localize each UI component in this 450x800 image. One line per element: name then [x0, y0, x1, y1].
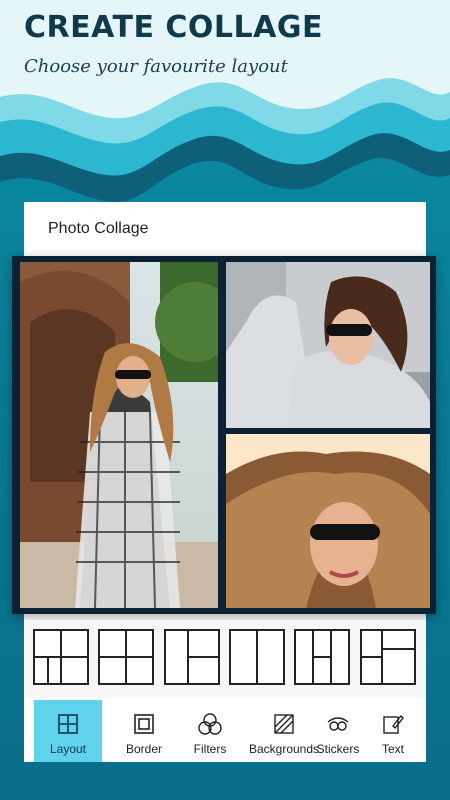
layout-option-3[interactable]: [164, 629, 220, 685]
layout-option-6[interactable]: [360, 629, 416, 685]
photo-woman-standing: [20, 262, 218, 608]
tool-text[interactable]: Text: [364, 700, 422, 762]
collage-photo-1[interactable]: [20, 262, 218, 608]
collage-preview: [12, 256, 436, 614]
tool-stickers[interactable]: Stickers: [308, 700, 368, 762]
layout-option-5[interactable]: [294, 629, 350, 685]
layout-icon: [58, 714, 78, 734]
layout-option-1[interactable]: [33, 629, 89, 685]
layout-option-2[interactable]: [98, 629, 154, 685]
tool-filters[interactable]: Filters: [176, 700, 244, 762]
tool-layout[interactable]: Layout: [34, 700, 102, 762]
filters-icon: [198, 713, 222, 735]
tool-label: Border: [125, 742, 163, 756]
tool-label: Filters: [193, 742, 227, 756]
app-bar: Photo Collage: [24, 202, 426, 257]
collage-photo-2[interactable]: [226, 262, 430, 428]
layout-options-strip: [24, 620, 426, 698]
collage-photo-3[interactable]: [226, 434, 430, 608]
border-icon: [134, 714, 154, 734]
photo-woman-windblown: [226, 434, 430, 608]
tool-label: Text: [381, 742, 404, 756]
app-title: Photo Collage: [48, 220, 149, 237]
layout-option-4[interactable]: [229, 629, 285, 685]
tool-label: Stickers: [316, 742, 360, 756]
stickers-icon: [327, 717, 349, 731]
hero-subtitle: Choose your favourite layout: [24, 56, 288, 77]
backgrounds-icon: [274, 714, 294, 734]
text-icon: [383, 714, 404, 734]
bottom-toolbar: Layout Border Filters Backgrounds Sticke…: [24, 700, 426, 762]
tool-border[interactable]: Border: [110, 700, 178, 762]
photo-woman-hoodie: [226, 262, 430, 428]
hero-title: CREATE COLLAGE: [24, 10, 323, 45]
tool-label: Layout: [49, 742, 87, 756]
